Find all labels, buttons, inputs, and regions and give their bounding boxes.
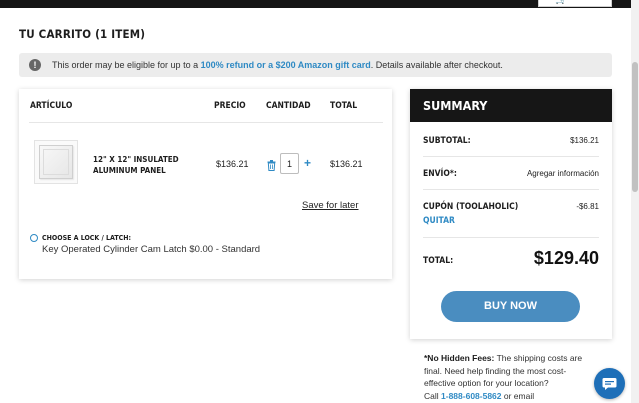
buy-now-button[interactable]: BUY NOW bbox=[441, 291, 580, 322]
scrollbar-track[interactable] bbox=[631, 0, 639, 403]
total-label: TOTAL: bbox=[423, 256, 454, 266]
product-image[interactable] bbox=[34, 140, 78, 184]
coupon-label: CUPÓN (TOOLAHOLIC) bbox=[423, 202, 519, 212]
shipping-label: ENVÍO*: bbox=[423, 169, 457, 179]
grand-total: $129.40 bbox=[533, 248, 599, 268]
scrollbar-thumb[interactable] bbox=[632, 62, 638, 192]
cart-items-card: ARTÍCULO PRECIO CANTIDAD TOTAL 12" X 12"… bbox=[19, 89, 392, 279]
no-hidden-fees-note: *No Hidden Fees: The shipping costs are … bbox=[424, 353, 583, 401]
summary-divider bbox=[423, 189, 599, 190]
cart-title: TU CARRITO (1 ITEM) bbox=[19, 27, 146, 41]
cart-icon: 🛒 bbox=[555, 0, 567, 5]
refund-link[interactable]: 100% refund or a $200 Amazon gift card bbox=[201, 60, 371, 70]
option-label: CHOOSE A LOCK / LATCH: bbox=[42, 234, 132, 242]
phone-link[interactable]: 1-888-608-5862 bbox=[441, 391, 502, 401]
header-divider bbox=[29, 122, 383, 123]
summary-divider bbox=[423, 237, 599, 238]
plus-icon[interactable]: + bbox=[304, 156, 311, 170]
save-for-later-link[interactable]: Save for later bbox=[302, 200, 359, 211]
column-price: PRECIO bbox=[214, 101, 246, 111]
product-name[interactable]: 12" X 12" INSULATED ALUMINUM PANEL bbox=[93, 154, 213, 176]
option-value: Key Operated Cylinder Cam Latch $0.00 - … bbox=[42, 244, 261, 255]
column-quantity: CANTIDAD bbox=[266, 101, 311, 111]
summary-card: SUMMARY SUBTOTAL: $136.21 ENVÍO*: Agrega… bbox=[410, 89, 612, 339]
chat-icon bbox=[602, 377, 617, 390]
subtotal-value: $136.21 bbox=[570, 136, 599, 145]
remove-coupon-link[interactable]: QUITAR bbox=[423, 216, 455, 226]
coupon-value: -$6.81 bbox=[576, 202, 599, 211]
column-item: ARTÍCULO bbox=[30, 101, 73, 111]
header-cart-button[interactable]: 🛒 bbox=[538, 0, 612, 7]
chat-button[interactable] bbox=[594, 368, 625, 399]
refund-notice: ! This order may be eligible for up to a… bbox=[19, 53, 612, 77]
summary-title: SUMMARY bbox=[410, 89, 612, 122]
notice-text: This order may be eligible for up to a 1… bbox=[52, 60, 503, 70]
item-total: $136.21 bbox=[330, 159, 363, 169]
summary-divider bbox=[423, 156, 599, 157]
subtotal-label: SUBTOTAL: bbox=[423, 136, 471, 146]
trash-icon[interactable] bbox=[266, 159, 276, 171]
quantity-input[interactable] bbox=[280, 153, 299, 174]
shipping-value[interactable]: Agregar información bbox=[527, 169, 599, 178]
option-radio-icon[interactable] bbox=[30, 234, 38, 242]
column-total: TOTAL bbox=[330, 101, 358, 111]
info-icon: ! bbox=[29, 59, 41, 71]
item-price: $136.21 bbox=[216, 159, 249, 169]
